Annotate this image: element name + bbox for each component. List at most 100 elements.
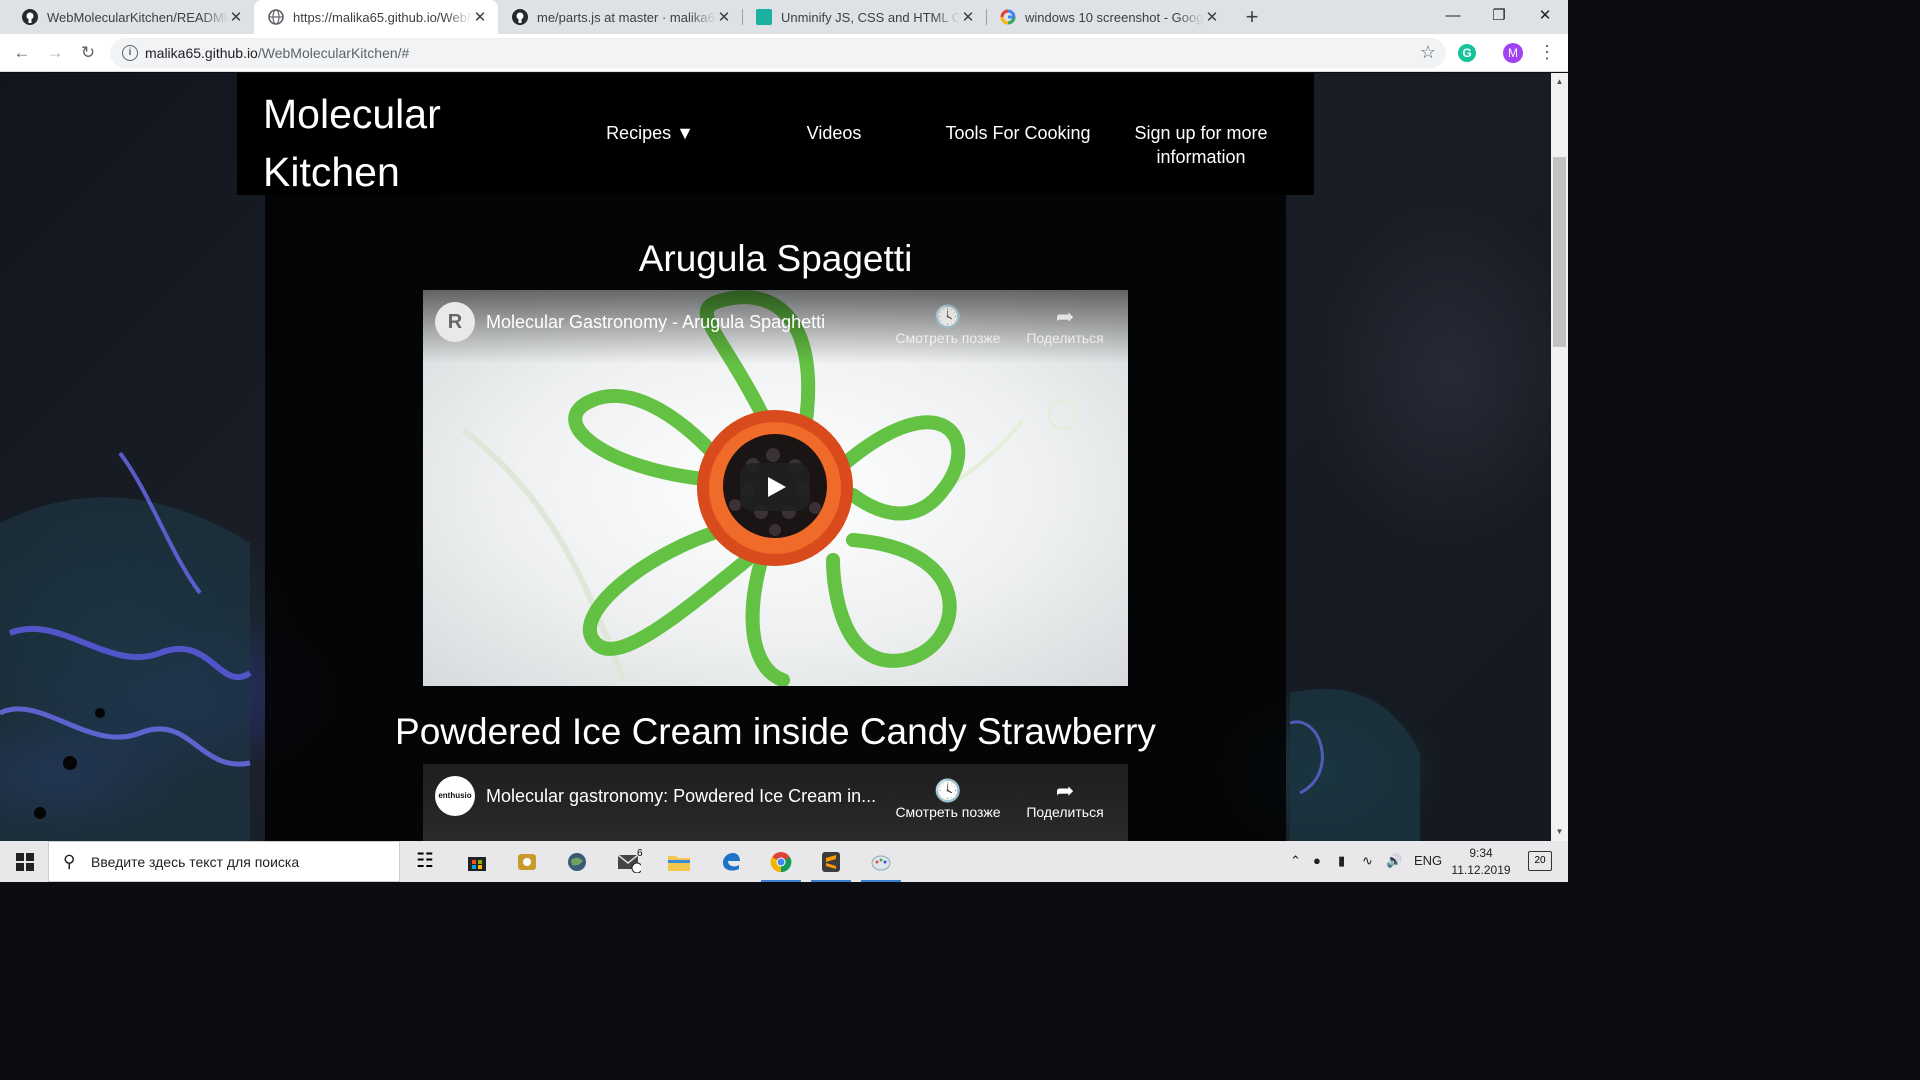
section-heading-arugula: Arugula Spagetti bbox=[638, 238, 913, 279]
url-host: malika65.github.io bbox=[145, 45, 258, 61]
youtube-embed-arugula[interactable]: R Molecular Gastronomy - Arugula Spaghet… bbox=[423, 290, 1128, 686]
watch-later-label: Смотреть позже bbox=[895, 330, 1001, 346]
browser-tab[interactable]: windows 10 screenshot - Google Search ✕ bbox=[986, 0, 1230, 34]
close-tab-icon[interactable]: ✕ bbox=[960, 8, 976, 26]
minimize-window-icon[interactable]: — bbox=[1430, 0, 1476, 34]
logo-line-1: Molecular bbox=[263, 91, 441, 137]
paint-app-icon[interactable] bbox=[856, 841, 906, 882]
scrollbar-thumb[interactable] bbox=[1553, 157, 1566, 347]
close-window-icon[interactable]: ✕ bbox=[1522, 0, 1568, 34]
tab-title: windows 10 screenshot - Google Search bbox=[1025, 9, 1204, 25]
battery-icon[interactable]: ▮ bbox=[1338, 853, 1345, 869]
clock-icon: 🕓 bbox=[934, 778, 962, 803]
taskbar-search-box[interactable]: ⚲ Введите здесь текст для поиска bbox=[48, 841, 400, 882]
search-placeholder: Введите здесь текст для поиска bbox=[91, 854, 300, 870]
chrome-menu-icon[interactable]: ⋮ bbox=[1538, 42, 1556, 63]
play-button-icon[interactable] bbox=[740, 463, 810, 511]
channel-avatar[interactable]: R bbox=[435, 302, 475, 342]
logo-line-2: Kitchen bbox=[263, 149, 400, 195]
task-view-icon[interactable]: ☷ bbox=[400, 841, 450, 882]
share-label: Поделиться bbox=[1026, 804, 1104, 820]
language-indicator[interactable]: ENG bbox=[1414, 853, 1442, 868]
new-tab-button[interactable]: + bbox=[1240, 4, 1264, 30]
address-bar[interactable]: i malika65.github.io/WebMolecularKitchen… bbox=[110, 38, 1446, 68]
profile-avatar[interactable]: M bbox=[1503, 43, 1523, 63]
video-title[interactable]: Molecular gastronomy: Powdered Ice Cream… bbox=[486, 786, 876, 807]
page-scrollbar[interactable]: ▲ ▼ bbox=[1551, 73, 1568, 841]
app-icon-pinned[interactable] bbox=[502, 841, 552, 882]
scroll-up-arrow-icon[interactable]: ▲ bbox=[1551, 77, 1568, 86]
search-icon: ⚲ bbox=[63, 852, 76, 871]
github-icon bbox=[22, 9, 38, 25]
system-clock[interactable]: 9:34 11.12.2019 bbox=[1446, 845, 1516, 879]
browser-tab-strip: WebMolecularKitchen/README.md ✕ https://… bbox=[0, 0, 1568, 34]
clock-icon: 🕓 bbox=[934, 304, 962, 329]
nav-recipes-dropdown[interactable]: Recipes ▼ bbox=[587, 121, 713, 145]
unminify-icon bbox=[756, 9, 772, 25]
back-arrow-icon[interactable]: ← bbox=[9, 40, 35, 66]
mail-icon[interactable]: 6 bbox=[604, 841, 654, 882]
close-tab-icon[interactable]: ✕ bbox=[472, 8, 488, 26]
browser-tab[interactable]: Unminify JS, CSS and HTML Code ✕ bbox=[742, 0, 986, 34]
globe-icon bbox=[268, 9, 284, 25]
close-tab-icon[interactable]: ✕ bbox=[1204, 8, 1220, 26]
nav-videos[interactable]: Videos bbox=[777, 121, 891, 145]
share-button[interactable]: ➦ Поделиться bbox=[1005, 304, 1125, 346]
channel-avatar[interactable]: enthusio bbox=[435, 776, 475, 816]
tab-title: WebMolecularKitchen/README.md bbox=[47, 9, 228, 25]
clock-date: 11.12.2019 bbox=[1451, 863, 1511, 877]
scroll-down-arrow-icon[interactable]: ▼ bbox=[1551, 827, 1568, 836]
windows-start-button[interactable] bbox=[0, 841, 48, 882]
sublime-text-icon[interactable] bbox=[806, 841, 856, 882]
share-arrow-icon: ➦ bbox=[1055, 778, 1075, 803]
grammarly-extension-icon[interactable]: G bbox=[1458, 44, 1476, 62]
tab-title: Unminify JS, CSS and HTML Code bbox=[781, 9, 960, 25]
globe-app-icon[interactable] bbox=[552, 841, 602, 882]
nav-signup[interactable]: Sign up for more information bbox=[1117, 121, 1285, 169]
browser-tab[interactable]: WebMolecularKitchen/README.md ✕ bbox=[8, 0, 254, 34]
share-label: Поделиться bbox=[1026, 330, 1104, 346]
watch-later-label: Смотреть позже bbox=[895, 804, 1001, 820]
share-arrow-icon: ➦ bbox=[1055, 304, 1075, 329]
google-icon bbox=[1000, 9, 1016, 25]
address-url[interactable]: malika65.github.io/WebMolecularKitchen/# bbox=[145, 45, 409, 61]
browser-tab[interactable]: me/parts.js at master · malika65/WebMole… bbox=[498, 0, 742, 34]
mail-badge: 6 bbox=[637, 848, 643, 859]
tab-title: me/parts.js at master · malika65/WebMole… bbox=[537, 9, 716, 25]
file-explorer-icon[interactable] bbox=[654, 841, 704, 882]
site-logo[interactable]: Molecular Kitchen bbox=[263, 85, 441, 201]
site-header: Molecular Kitchen Recipes ▼ Videos Tools… bbox=[237, 73, 1314, 195]
clock-time: 9:34 bbox=[1469, 846, 1493, 860]
watch-later-button[interactable]: 🕓 Смотреть позже bbox=[888, 304, 1008, 346]
section-heading-powdered-ice-cream: Powdered Ice Cream inside Candy Strawber… bbox=[395, 711, 1156, 752]
windows-taskbar: ⚲ Введите здесь текст для поиска ☷ 6 ⌃ ●… bbox=[0, 841, 1568, 882]
site-info-icon[interactable]: i bbox=[122, 45, 138, 61]
windows-logo-icon bbox=[16, 853, 34, 871]
volume-icon[interactable]: 🔊 bbox=[1386, 853, 1402, 869]
edge-browser-icon[interactable] bbox=[706, 841, 756, 882]
close-tab-icon[interactable]: ✕ bbox=[716, 8, 732, 26]
youtube-embed-ice-cream[interactable]: enthusio Molecular gastronomy: Powdered … bbox=[423, 764, 1128, 841]
bookmark-star-icon[interactable]: ☆ bbox=[1420, 42, 1436, 63]
forward-arrow-icon[interactable]: → bbox=[42, 40, 68, 66]
share-button[interactable]: ➦ Поделиться bbox=[1005, 778, 1125, 820]
signup-line-1: Sign up for more bbox=[1134, 123, 1268, 143]
tray-overflow-chevron-icon[interactable]: ⌃ bbox=[1290, 853, 1301, 869]
action-center-notification-icon[interactable]: 20 bbox=[1528, 851, 1552, 871]
tray-app-icon[interactable]: ● bbox=[1313, 853, 1321, 868]
reload-icon[interactable]: ↻ bbox=[75, 40, 101, 66]
video-title[interactable]: Molecular Gastronomy - Arugula Spaghetti bbox=[486, 312, 825, 333]
browser-tab-active[interactable]: https://malika65.github.io/WebMolecularK… bbox=[254, 0, 498, 34]
browser-toolbar: ← → ↻ i malika65.github.io/WebMolecularK… bbox=[0, 34, 1568, 72]
wifi-icon[interactable]: ∿ bbox=[1362, 853, 1373, 869]
close-tab-icon[interactable]: ✕ bbox=[228, 8, 244, 26]
watch-later-button[interactable]: 🕓 Смотреть позже bbox=[888, 778, 1008, 820]
chrome-browser-icon[interactable] bbox=[756, 841, 806, 882]
github-icon bbox=[512, 9, 528, 25]
url-path: /WebMolecularKitchen/# bbox=[257, 45, 410, 61]
restore-window-icon[interactable]: ❐ bbox=[1476, 0, 1522, 34]
nav-tools-for-cooking[interactable]: Tools For Cooking bbox=[937, 121, 1099, 145]
page-viewport: Molecular Kitchen Recipes ▼ Videos Tools… bbox=[0, 73, 1551, 841]
tab-title: https://malika65.github.io/WebMolecularK… bbox=[293, 9, 472, 25]
microsoft-store-icon[interactable] bbox=[452, 841, 502, 882]
